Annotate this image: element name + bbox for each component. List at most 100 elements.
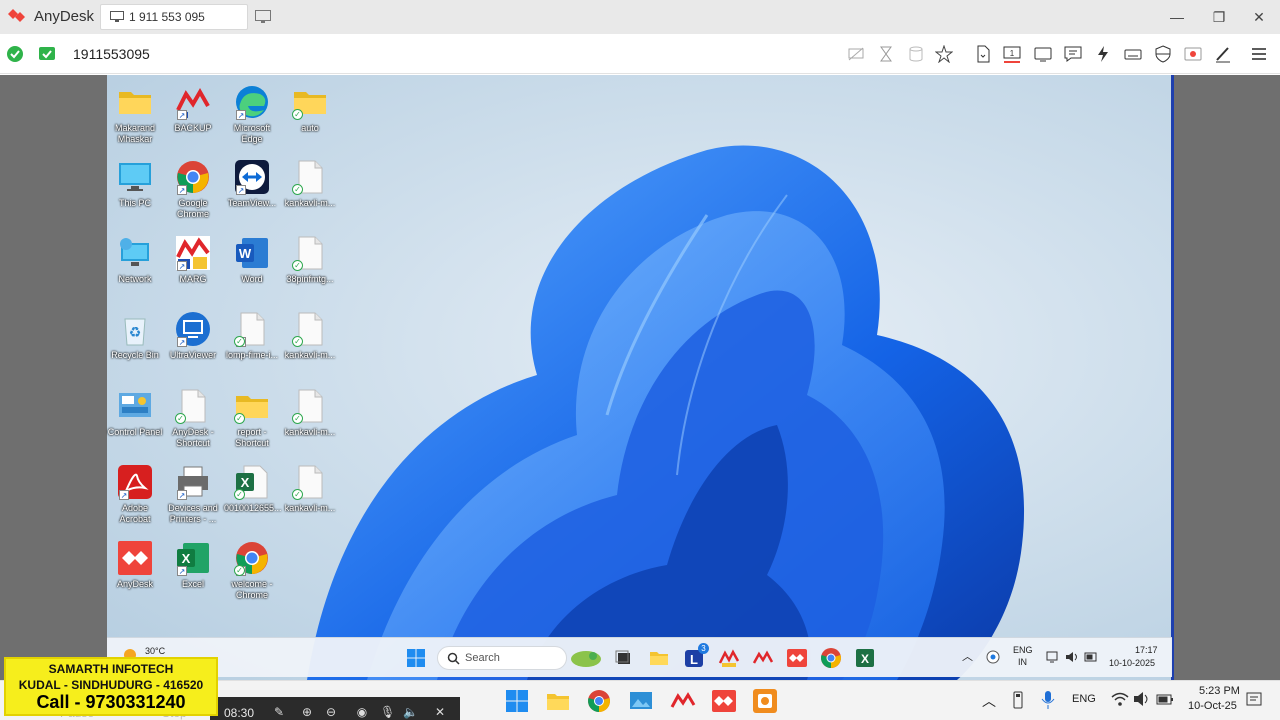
local-time[interactable]: 5:23 PM: [1199, 685, 1240, 697]
show-hidden-icons-icon[interactable]: ︿: [962, 648, 973, 664]
local-lang[interactable]: ENG: [1072, 693, 1096, 705]
wifi-icon[interactable]: [1111, 691, 1129, 707]
desktop-icon-label: Control Panel: [107, 427, 163, 437]
remote-search-box[interactable]: Search: [437, 646, 567, 670]
battery-tray-icon[interactable]: [1084, 650, 1098, 664]
remote-time[interactable]: 17:17: [1135, 645, 1158, 655]
excel-taskbar-icon[interactable]: X: [854, 647, 876, 669]
hourglass-icon[interactable]: [877, 45, 895, 63]
maximize-button[interactable]: ❐: [1208, 6, 1230, 28]
file-explorer-icon[interactable]: [545, 688, 571, 714]
photos-icon[interactable]: [628, 688, 654, 714]
svg-text:W: W: [239, 246, 252, 261]
task-view-icon[interactable]: [613, 647, 635, 669]
notification-center-icon[interactable]: [1246, 691, 1262, 709]
battery-icon[interactable]: [1156, 691, 1174, 707]
microphone-icon[interactable]: [1040, 690, 1056, 710]
network-tray-icon[interactable]: [1046, 650, 1060, 664]
desktop-icon[interactable]: ↗ Adobe Acrobat: [107, 464, 163, 525]
desktop-icon[interactable]: W Word: [224, 235, 280, 285]
file-icon: ✓: [292, 235, 328, 271]
desktop-icon[interactable]: X ↗ Excel: [165, 540, 221, 590]
desktop-icon[interactable]: ↗✓ lomp-fime-i...: [224, 311, 280, 361]
desktop-icon[interactable]: ✓ report - Shortcut: [224, 388, 280, 449]
session-tab[interactable]: 1 911 553 095: [100, 4, 248, 30]
desktop-icon[interactable]: ✓ auto: [282, 84, 338, 134]
desktop-icon[interactable]: Network: [107, 235, 163, 285]
widgets-landscape-icon[interactable]: [569, 647, 603, 669]
desktop-icon[interactable]: ↗ Devices and Printers - ...: [165, 464, 221, 525]
desktop-icon[interactable]: ↗ MARG: [165, 235, 221, 285]
file-explorer-icon[interactable]: [648, 647, 670, 669]
desktop-icon[interactable]: ↗ UltraViewer: [165, 311, 221, 361]
marg-taskbar-icon[interactable]: [718, 647, 740, 669]
remote-date[interactable]: 10-10-2025: [1109, 658, 1155, 668]
chrome-taskbar-icon[interactable]: [820, 647, 842, 669]
actions-bolt-icon[interactable]: [1094, 45, 1112, 63]
desktop-icon[interactable]: ✓ 38pinfmtg...: [282, 235, 338, 285]
local-date[interactable]: 10-Oct-25: [1188, 700, 1237, 712]
desktop-icon[interactable]: ✓ AnyDesk - Shortcut: [165, 388, 221, 449]
hamburger-menu-icon[interactable]: [1250, 45, 1268, 63]
anydesk-taskbar-icon[interactable]: [786, 647, 808, 669]
show-hidden-icons-icon[interactable]: ︿: [982, 691, 996, 711]
remote-lang-top[interactable]: ENG: [1013, 645, 1033, 655]
marg-backup-taskbar-icon[interactable]: [752, 647, 774, 669]
desktop-icon[interactable]: This PC: [107, 159, 163, 209]
file-transfer-icon[interactable]: [974, 45, 992, 63]
windows-start-icon[interactable]: [405, 647, 427, 669]
permissions-shield-icon[interactable]: [1154, 45, 1172, 63]
volume-tray-icon[interactable]: [1065, 650, 1079, 664]
database-icon[interactable]: [907, 45, 925, 63]
display-off-icon[interactable]: [847, 45, 865, 63]
webcam-icon[interactable]: ◉: [355, 705, 369, 719]
star-icon[interactable]: [935, 45, 953, 63]
new-session-icon[interactable]: [255, 10, 271, 24]
microphone-icon[interactable]: 🎙: [380, 705, 395, 719]
desktop-icon[interactable]: Makarand Mhaskar: [107, 84, 163, 145]
desktop-icon[interactable]: ✓ kankavli-m...: [282, 311, 338, 361]
minimize-button[interactable]: —: [1166, 6, 1188, 28]
screen-recorder-icon[interactable]: [752, 688, 778, 714]
close-button[interactable]: ✕: [1248, 6, 1270, 28]
zoom-in-icon[interactable]: ⊕: [300, 705, 314, 719]
excel-icon: X ↗: [175, 540, 211, 576]
l-app-icon[interactable]: L 3: [683, 643, 709, 669]
monitor-select-icon[interactable]: 1: [1003, 45, 1021, 63]
volume-icon[interactable]: [1133, 691, 1151, 707]
desktop-icon[interactable]: Control Panel: [107, 388, 163, 438]
desktop-icon[interactable]: AnyDesk: [107, 540, 163, 590]
anydesk-logo-icon: [8, 9, 25, 22]
anydesk-icon[interactable]: [711, 688, 737, 714]
zoom-out-icon[interactable]: ⊖: [324, 705, 338, 719]
remote-lang-bottom[interactable]: IN: [1018, 657, 1027, 667]
pencil-icon[interactable]: ✎: [272, 705, 286, 719]
whiteboard-pen-icon[interactable]: [1214, 45, 1232, 63]
desktop-icon[interactable]: ↗ Microsoft Edge: [224, 84, 280, 145]
desktop-icon[interactable]: ♻ Recycle Bin: [107, 311, 163, 361]
display-settings-icon[interactable]: [1034, 45, 1052, 63]
desktop-icon[interactable]: ↗ BACKUP: [165, 84, 221, 134]
keyboard-icon[interactable]: [1124, 45, 1142, 63]
speaker-mute-icon[interactable]: 🔈: [403, 705, 418, 719]
desktop-icon[interactable]: ✓ kankavli-m...: [282, 464, 338, 514]
usb-device-icon[interactable]: [1010, 691, 1026, 709]
security-status-icon[interactable]: [986, 650, 1000, 664]
desktop-icon-label: MARG: [179, 274, 207, 284]
close-icon[interactable]: ✕: [433, 705, 447, 719]
marg-icon[interactable]: [670, 688, 696, 714]
desktop-icon[interactable]: X ✓ 0010012655...: [224, 464, 282, 514]
desktop-icon[interactable]: ✓ kankavli-m...: [282, 388, 338, 438]
chrome-icon[interactable]: [586, 688, 612, 714]
windows-start-icon[interactable]: [504, 688, 530, 714]
weather-temp: 30°C: [145, 646, 166, 656]
desktop-icon[interactable]: ✓ kankavli-m...: [282, 159, 338, 209]
desktop-icon[interactable]: ↗ TeamView...: [224, 159, 280, 209]
svg-text:X: X: [861, 652, 869, 666]
recycle-bin-icon: ♻: [117, 311, 153, 347]
record-session-icon[interactable]: [1184, 45, 1202, 63]
chat-icon[interactable]: [1064, 45, 1082, 63]
file-icon: ✓: [292, 388, 328, 424]
desktop-icon[interactable]: ↗✓ welcome - Chrome: [224, 540, 280, 601]
desktop-icon[interactable]: ↗ Google Chrome: [165, 159, 221, 220]
